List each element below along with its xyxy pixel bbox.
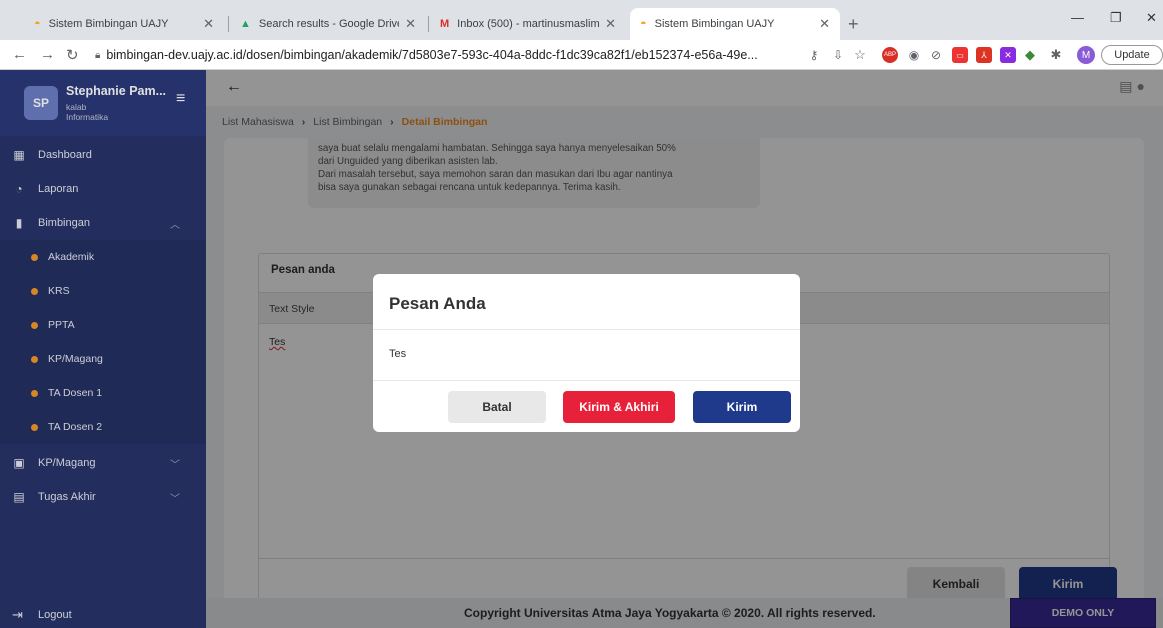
tab-divider [428,16,429,32]
gmail-icon: M [440,18,450,30]
tab-title: Search results - Google Drive [258,18,400,30]
batal-button[interactable]: Batal [448,391,546,423]
url-text: bimbingan-dev.uajy.ac.id/dosen/bimbingan… [106,48,758,62]
update-button[interactable]: Update [1101,45,1163,65]
tab-title: Sistem Bimbingan UAJY [654,18,775,30]
google-drive-icon: ▲ [240,18,251,30]
uajy-favicon-icon: ◓ [34,18,41,30]
extension-icon[interactable]: ✕ [1000,47,1016,63]
restore-icon[interactable]: ❐ [1110,10,1122,26]
browser-tab[interactable]: M Inbox (500) - martinusmaslim12 ✕ [430,8,626,40]
browser-tab[interactable]: ◓ Sistem Bimbingan UAJY ✕ [24,8,224,40]
modal-body-text: Tes [389,348,407,360]
globe-extension-icon[interactable]: ◆ [1022,47,1038,63]
kirim-akhiri-button[interactable]: Kirim & Akhiri [563,391,675,423]
forward-arrow-icon[interactable]: → [40,46,55,63]
minimize-icon[interactable]: — [1071,10,1084,25]
tab-divider [228,16,229,32]
reload-icon[interactable]: ↻ [66,46,79,64]
adblock-icon[interactable]: ABP [882,47,898,63]
uajy-favicon-icon: ◓ [640,18,647,30]
screen-icon[interactable]: ▭ [952,47,968,63]
address-bar[interactable]: 🔒︎ bimbingan-dev.uajy.ac.id/dosen/bimbin… [95,44,845,66]
new-tab-icon[interactable]: + [848,14,859,35]
modal-title: Pesan Anda [373,274,800,330]
profile-avatar[interactable]: M [1077,46,1095,64]
close-icon[interactable]: ✕ [819,16,830,32]
browser-toolbar: ← → ↻ 🔒︎ bimbingan-dev.uajy.ac.id/dosen/… [0,40,1163,70]
browser-tab[interactable]: ▲ Search results - Google Drive ✕ [230,8,426,40]
key-icon[interactable]: ⚷ [806,47,822,63]
confirm-modal: Pesan Anda Tes Batal Kirim & Akhiri Kiri… [373,274,800,432]
tab-title: Sistem Bimbingan UAJY [48,18,169,30]
sidebar-overlay [0,70,206,628]
camera-icon[interactable]: ◉ [906,47,922,63]
lock-icon: 🔒︎ [95,49,101,61]
tab-title: Inbox (500) - martinusmaslim12 [457,18,600,30]
close-icon[interactable]: ✕ [605,16,616,32]
pdf-icon[interactable]: ⅄ [976,47,992,63]
install-icon[interactable]: ⇩ [830,47,846,63]
modal-divider [373,380,800,381]
close-icon[interactable]: ✕ [203,16,214,32]
browser-tab-active[interactable]: ◓ Sistem Bimbingan UAJY ✕ [630,8,840,40]
window-close-icon[interactable]: ✕ [1146,10,1157,26]
modal-kirim-button[interactable]: Kirim [693,391,791,423]
puzzle-icon[interactable]: ✱ [1048,47,1064,63]
back-arrow-icon[interactable]: ← [12,46,27,63]
browser-tab-bar: ◓ Sistem Bimbingan UAJY ✕ ▲ Search resul… [0,0,1163,40]
block-icon[interactable]: ⊘ [928,47,944,63]
close-icon[interactable]: ✕ [405,16,416,32]
star-icon[interactable]: ☆ [852,47,868,63]
